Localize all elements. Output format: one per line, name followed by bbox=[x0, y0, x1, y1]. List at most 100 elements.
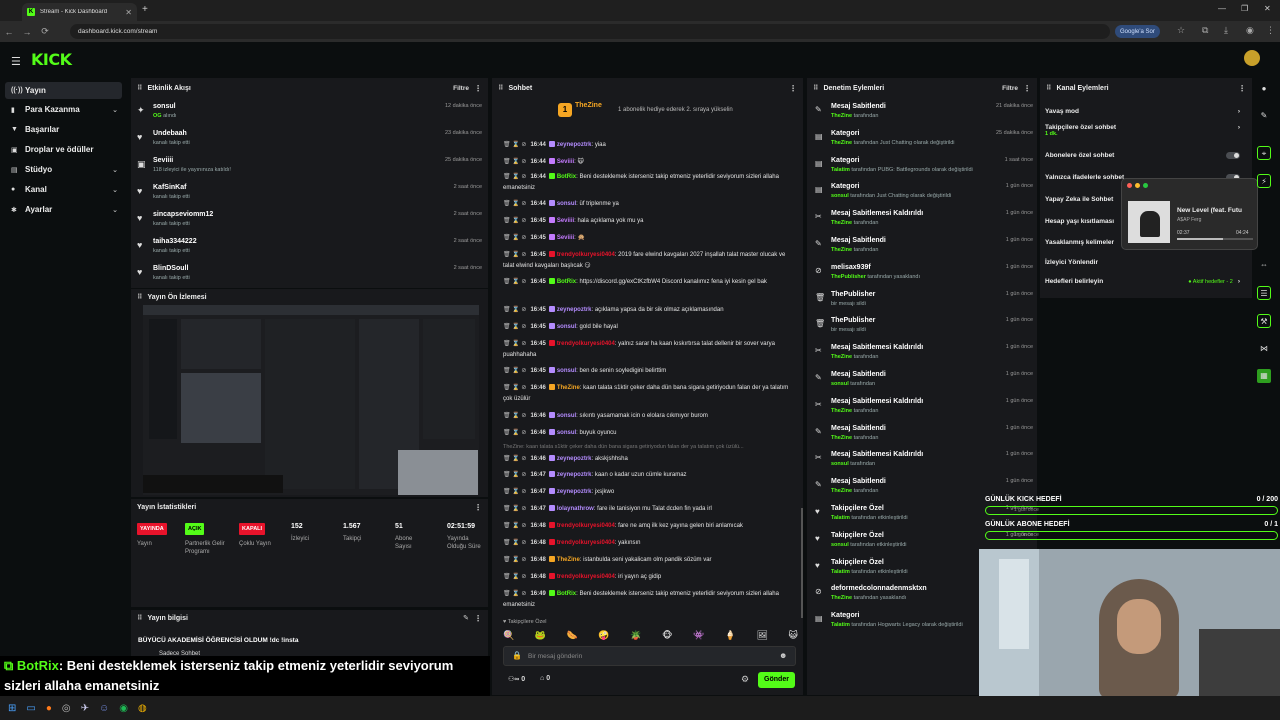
chat-username[interactable]: sonsul bbox=[557, 413, 576, 419]
mod-tools-icon[interactable]: 🗑 ⌛ ⊘ bbox=[503, 385, 526, 391]
mod-tools-icon[interactable]: 🗑 ⌛ ⊘ bbox=[503, 201, 526, 207]
emote-icon[interactable]: 🐵 bbox=[662, 630, 672, 642]
more-icon[interactable]: ⋮ bbox=[1023, 84, 1031, 93]
minimize-icon[interactable]: — bbox=[1218, 4, 1226, 13]
chat-message[interactable]: 🗑 ⌛ ⊘ 16:45 trendyolkuryesi0404: 2019 fare… bbox=[503, 250, 798, 272]
mod-tools-icon[interactable]: 🗑 ⌛ ⊘ bbox=[503, 368, 526, 374]
chat-message[interactable]: 🗑 ⌛ ⊘ 16:47 zeynepoztrk: jxsjkwo bbox=[503, 487, 798, 498]
emote-icon[interactable]: 🌭 bbox=[567, 630, 578, 642]
mod-tools-icon[interactable]: 🗑 ⌛ ⊘ bbox=[503, 252, 526, 258]
chat-username[interactable]: TheZine bbox=[557, 557, 580, 563]
chat-message[interactable]: 🗑 ⌛ ⊘ 16:45 BotRix: https://discord.gg/exC… bbox=[503, 277, 798, 288]
new-tab-icon[interactable]: + bbox=[142, 4, 148, 15]
profile-icon[interactable]: ◉ bbox=[1246, 25, 1254, 36]
sidebar-item-ayarlar[interactable]: ✱ Ayarlar ⌄ bbox=[5, 201, 122, 218]
followers-only-row[interactable]: Takipçilere özel sohbet 1 dk. › bbox=[1045, 124, 1240, 146]
firefox-icon[interactable]: ● bbox=[46, 703, 52, 714]
hamburger-icon[interactable]: ☰ bbox=[11, 55, 21, 68]
chat-username[interactable]: Seviiii bbox=[557, 159, 574, 165]
chat-username[interactable]: sonsul bbox=[557, 324, 576, 330]
emote-icon[interactable]: 🖼 bbox=[757, 630, 768, 642]
rail-share-icon[interactable]: ⋈ bbox=[1257, 342, 1271, 356]
mod-tools-icon[interactable]: 🗑 ⌛ ⊘ bbox=[503, 506, 526, 512]
chat-username[interactable]: zeynepoztrk bbox=[557, 142, 592, 148]
emote-icon[interactable]: 🤪 bbox=[598, 630, 609, 642]
emote-icon[interactable]: 🍭 bbox=[503, 630, 514, 642]
chat-message[interactable]: 🗑 ⌛ ⊘ 16:44 BotRix: Beni desteklemek ister… bbox=[503, 172, 798, 194]
chat-username[interactable]: trendyolkuryesi0404 bbox=[557, 574, 615, 580]
chat-settings-icon[interactable]: ⚙ bbox=[741, 674, 749, 685]
emote-bar[interactable]: 🍭 🐸 🌭 🤪 🪴 🐵 👾 🍦 🖼 😺 bbox=[503, 630, 798, 642]
chat-message[interactable]: 🗑 ⌛ ⊘ 16:45 Seviiii: 🙊 bbox=[503, 233, 798, 244]
chat-message[interactable]: 🗑 ⌛ ⊘ 16:45 zeynepoztrk: açıklama yapsa da… bbox=[503, 305, 798, 316]
mod-tools-icon[interactable]: 🗑 ⌛ ⊘ bbox=[503, 430, 526, 436]
url-field[interactable]: dashboard.kick.com/stream bbox=[70, 24, 1110, 39]
forward-icon[interactable]: → bbox=[18, 27, 36, 37]
discord-icon[interactable]: ☺ bbox=[99, 703, 109, 714]
resize-handle-icon[interactable]: ⠿ bbox=[1046, 84, 1051, 92]
spotify-icon[interactable]: ◉ bbox=[119, 703, 128, 714]
filter-button[interactable]: Filtre bbox=[453, 85, 469, 92]
chat-message[interactable]: 🗑 ⌛ ⊘ 16:44 sonsul: üf triplenme ya bbox=[503, 199, 798, 210]
resize-handle-icon[interactable]: ⠿ bbox=[137, 614, 142, 622]
mod-tools-icon[interactable]: 🗑 ⌛ ⊘ bbox=[503, 574, 526, 580]
chrome-icon[interactable]: ◍ bbox=[138, 703, 147, 714]
close-dot[interactable] bbox=[1127, 183, 1132, 188]
chat-username[interactable]: Seviiii bbox=[557, 235, 574, 241]
file-explorer-icon[interactable]: ▭ bbox=[26, 703, 35, 714]
sidebar-item-yayin[interactable]: ((·)) Yayın bbox=[5, 82, 122, 99]
chat-username[interactable]: BotRix bbox=[557, 591, 576, 597]
emote-icon[interactable]: 🍦 bbox=[725, 630, 736, 642]
more-icon[interactable]: ⋮ bbox=[1238, 84, 1246, 93]
subscribers-only-toggle[interactable] bbox=[1226, 152, 1240, 159]
mod-tools-icon[interactable]: 🗑 ⌛ ⊘ bbox=[503, 159, 526, 165]
chat-username[interactable]: sonsul bbox=[557, 430, 576, 436]
minimize-dot[interactable] bbox=[1135, 183, 1140, 188]
more-icon[interactable]: ⋮ bbox=[474, 503, 482, 512]
browser-tab[interactable]: K Stream - Kick Dashboard ✕ bbox=[22, 3, 137, 21]
more-icon[interactable]: ⋮ bbox=[789, 84, 797, 93]
chat-message[interactable]: 🗑 ⌛ ⊘ 16:45 Seviiii: hala açıklama yok mu … bbox=[503, 216, 798, 227]
chat-username[interactable]: zeynepoztrk bbox=[557, 307, 592, 313]
chat-message[interactable]: 🗑 ⌛ ⊘ 16:46 sonsul: sıkıntı yasamamak icin… bbox=[503, 411, 798, 422]
stream-preview-video[interactable] bbox=[143, 305, 479, 495]
chat-message[interactable]: 🗑 ⌛ ⊘ 16:45 sonsul: gold bile hayal bbox=[503, 322, 798, 333]
rail-list-icon[interactable]: ☰ bbox=[1257, 286, 1271, 300]
rail-resize-icon[interactable]: ⇔ bbox=[1257, 258, 1271, 272]
more-icon[interactable]: ⋮ bbox=[474, 84, 482, 93]
chat-username[interactable]: zeynepoztrk bbox=[557, 489, 592, 495]
mod-tools-icon[interactable]: 🗑 ⌛ ⊘ bbox=[503, 341, 526, 347]
sidebar-item-kanal[interactable]: ● Kanal ⌄ bbox=[5, 181, 122, 198]
maximize-icon[interactable]: ❐ bbox=[1241, 4, 1248, 13]
reload-icon[interactable]: ⟳ bbox=[36, 26, 54, 37]
rail-info-icon[interactable]: ● bbox=[1257, 82, 1271, 96]
chat-message[interactable]: 🗑 ⌛ ⊘ 16:49 BotRix: Beni desteklemek ister… bbox=[503, 589, 798, 611]
chat-username[interactable]: trendyolkuryesi0404 bbox=[557, 523, 615, 529]
google-ask-button[interactable]: Google'a Sor bbox=[1115, 25, 1160, 38]
avatar[interactable] bbox=[1244, 50, 1260, 66]
mod-tools-icon[interactable]: 🗑 ⌛ ⊘ bbox=[503, 235, 526, 241]
chat-message[interactable]: 🗑 ⌛ ⊘ 16:48 trendyolkuryesi0404: fare ne a… bbox=[503, 521, 798, 532]
mod-tools-icon[interactable]: 🗑 ⌛ ⊘ bbox=[503, 456, 526, 462]
kick-logo[interactable]: KICK bbox=[31, 50, 72, 69]
chat-message[interactable]: 🗑 ⌛ ⊘ 16:47 zeynepoztrk: kaan o kadar uzun… bbox=[503, 470, 798, 481]
emote-icon[interactable]: 🪴 bbox=[630, 630, 641, 642]
windows-start-icon[interactable]: ⊞ bbox=[8, 703, 16, 714]
chat-message[interactable]: 🗑 ⌛ ⊘ 16:44 Seviiii: 🙀 bbox=[503, 157, 798, 168]
mod-tools-icon[interactable]: 🗑 ⌛ ⊘ bbox=[503, 174, 526, 180]
subscribers-only-row[interactable]: Abonelere özel sohbet bbox=[1045, 146, 1240, 165]
sidebar-item-droplar[interactable]: ▣ Droplar ve ödüller bbox=[5, 141, 122, 158]
host-row[interactable]: İzleyici Yönlendir bbox=[1045, 253, 1240, 272]
zoom-dot[interactable] bbox=[1143, 183, 1148, 188]
chat-username[interactable]: TheZine bbox=[557, 385, 580, 391]
close-tab-icon[interactable]: ✕ bbox=[125, 8, 132, 17]
chat-message[interactable]: 🗑 ⌛ ⊘ 16:48 trendyolkuryesi0404: yakınsın bbox=[503, 538, 798, 549]
chat-username[interactable]: zeynepoztrk bbox=[557, 472, 592, 478]
rail-wrench-icon[interactable]: ⚒ bbox=[1257, 314, 1271, 328]
chat-username[interactable]: BotRix bbox=[557, 279, 576, 285]
rail-scan-icon[interactable]: ⌖ bbox=[1257, 146, 1271, 160]
chat-message[interactable]: 🗑 ⌛ ⊘ 16:48 TheZine: istanbulda seni yakal… bbox=[503, 555, 798, 566]
mod-tools-icon[interactable]: 🗑 ⌛ ⊘ bbox=[503, 472, 526, 478]
chat-username[interactable]: lolaynathrow bbox=[557, 506, 594, 512]
emote-icon[interactable]: 👾 bbox=[693, 630, 704, 642]
